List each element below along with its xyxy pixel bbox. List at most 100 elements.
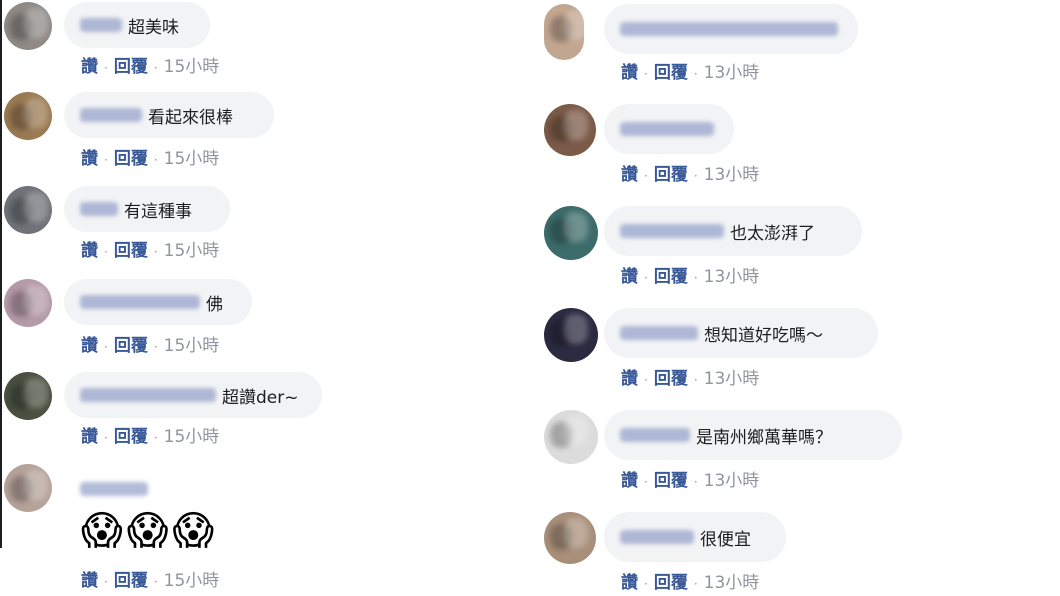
avatar[interactable]	[544, 104, 596, 156]
reply-link[interactable]: 回覆	[654, 471, 688, 491]
comment-actions: 讚 · 回覆 · 13小時	[621, 364, 759, 389]
comment-text: 超讚der~	[222, 387, 299, 408]
avatar[interactable]	[544, 410, 598, 464]
commenter-name[interactable]	[80, 202, 118, 216]
avatar[interactable]	[4, 464, 52, 512]
separator-dot: ·	[104, 61, 108, 75]
comment-text: 有這種事	[124, 201, 192, 222]
separator-dot: ·	[644, 373, 648, 387]
avatar[interactable]	[4, 186, 52, 234]
separator-dot: ·	[644, 67, 648, 81]
comment-text: 佛	[206, 294, 223, 315]
reply-link[interactable]: 回覆	[114, 427, 148, 447]
like-link[interactable]: 讚	[81, 427, 98, 447]
timestamp[interactable]: 15小時	[164, 571, 220, 591]
reply-link[interactable]: 回覆	[114, 57, 148, 77]
comment-actions: 讚 · 回覆 · 15小時	[81, 236, 219, 261]
timestamp[interactable]: 13小時	[704, 573, 760, 593]
separator-dot: ·	[644, 169, 648, 183]
commenter-name[interactable]	[80, 18, 122, 32]
comment-actions: 讚 · 回覆 · 13小時	[621, 58, 759, 83]
separator-dot: ·	[153, 245, 158, 259]
commenter-name[interactable]	[80, 295, 200, 309]
comment-actions: 讚 · 回覆 · 13小時	[621, 466, 759, 491]
like-link[interactable]: 讚	[81, 336, 98, 356]
reply-link[interactable]: 回覆	[654, 63, 688, 83]
separator-dot: ·	[693, 577, 698, 591]
separator-dot: ·	[693, 271, 698, 285]
avatar[interactable]	[544, 512, 596, 564]
comment-bubble: 看起來很棒	[64, 92, 274, 138]
reply-link[interactable]: 回覆	[114, 149, 148, 169]
separator-dot: ·	[153, 431, 158, 445]
commenter-name[interactable]	[80, 388, 216, 402]
avatar[interactable]	[544, 206, 598, 260]
avatar[interactable]	[544, 308, 598, 362]
commenter-name[interactable]	[80, 482, 148, 496]
timestamp[interactable]: 13小時	[704, 63, 760, 83]
commenter-name[interactable]	[620, 530, 694, 544]
comment-bubble: 超讚der~	[64, 372, 322, 418]
like-link[interactable]: 讚	[81, 57, 98, 77]
timestamp[interactable]: 13小時	[704, 165, 760, 185]
avatar[interactable]	[544, 4, 584, 60]
separator-dot: ·	[104, 431, 108, 445]
commenter-name[interactable]	[620, 122, 714, 136]
commenter-name[interactable]	[620, 22, 838, 36]
like-link[interactable]: 讚	[621, 267, 638, 287]
timestamp[interactable]: 15小時	[164, 241, 220, 261]
reply-link[interactable]: 回覆	[654, 165, 688, 185]
left-edge-border	[0, 0, 2, 548]
like-link[interactable]: 讚	[81, 241, 98, 261]
reply-link[interactable]: 回覆	[114, 571, 148, 591]
like-link[interactable]: 讚	[621, 369, 638, 389]
commenter-name[interactable]	[620, 224, 724, 238]
like-link[interactable]: 讚	[621, 471, 638, 491]
comment-bubble: 超美味	[64, 2, 210, 48]
avatar[interactable]	[4, 279, 52, 327]
avatar[interactable]	[4, 2, 52, 50]
like-link[interactable]: 讚	[621, 63, 638, 83]
comment-text: 看起來很棒	[148, 107, 233, 128]
comment-text: 是南州鄉萬華嗎？	[696, 427, 832, 448]
timestamp[interactable]: 13小時	[704, 369, 760, 389]
timestamp[interactable]: 15小時	[164, 57, 220, 77]
comment-actions: 讚 · 回覆 · 15小時	[81, 331, 219, 356]
reply-link[interactable]: 回覆	[654, 573, 688, 593]
separator-dot: ·	[153, 575, 158, 589]
avatar[interactable]	[4, 92, 52, 140]
separator-dot: ·	[644, 271, 648, 285]
comment-text: 想知道好吃嗎～	[704, 325, 823, 346]
commenter-name[interactable]	[80, 108, 142, 122]
reply-link[interactable]: 回覆	[654, 369, 688, 389]
reply-link[interactable]: 回覆	[654, 267, 688, 287]
like-link[interactable]: 讚	[621, 573, 638, 593]
separator-dot: ·	[644, 577, 648, 591]
comment-bubble: 很便宜	[604, 512, 786, 562]
comment-bubble: 佛	[64, 279, 252, 325]
commenter-name[interactable]	[620, 428, 690, 442]
reply-link[interactable]: 回覆	[114, 336, 148, 356]
timestamp[interactable]: 13小時	[704, 471, 760, 491]
separator-dot: ·	[153, 61, 158, 75]
avatar[interactable]	[4, 372, 52, 420]
timestamp[interactable]: 15小時	[164, 427, 220, 447]
timestamp[interactable]: 15小時	[164, 336, 220, 356]
comment-actions: 讚 · 回覆 · 13小時	[621, 160, 759, 185]
comment-bubble	[604, 104, 734, 154]
reply-link[interactable]: 回覆	[114, 241, 148, 261]
like-link[interactable]: 讚	[621, 165, 638, 185]
like-link[interactable]: 讚	[81, 571, 98, 591]
emoji-message: 😱 😱 😱	[81, 508, 214, 554]
face-screaming-emoji: 😱	[126, 508, 169, 554]
comment-actions: 讚 · 回覆 · 15小時	[81, 422, 219, 447]
timestamp[interactable]: 13小時	[704, 267, 760, 287]
separator-dot: ·	[104, 153, 108, 167]
like-link[interactable]: 讚	[81, 149, 98, 169]
separator-dot: ·	[104, 575, 108, 589]
commenter-name[interactable]	[620, 326, 698, 340]
separator-dot: ·	[104, 245, 108, 259]
comment-actions: 讚 · 回覆 · 13小時	[621, 262, 759, 287]
comment-actions: 讚 · 回覆 · 15小時	[81, 52, 219, 77]
timestamp[interactable]: 15小時	[164, 149, 220, 169]
